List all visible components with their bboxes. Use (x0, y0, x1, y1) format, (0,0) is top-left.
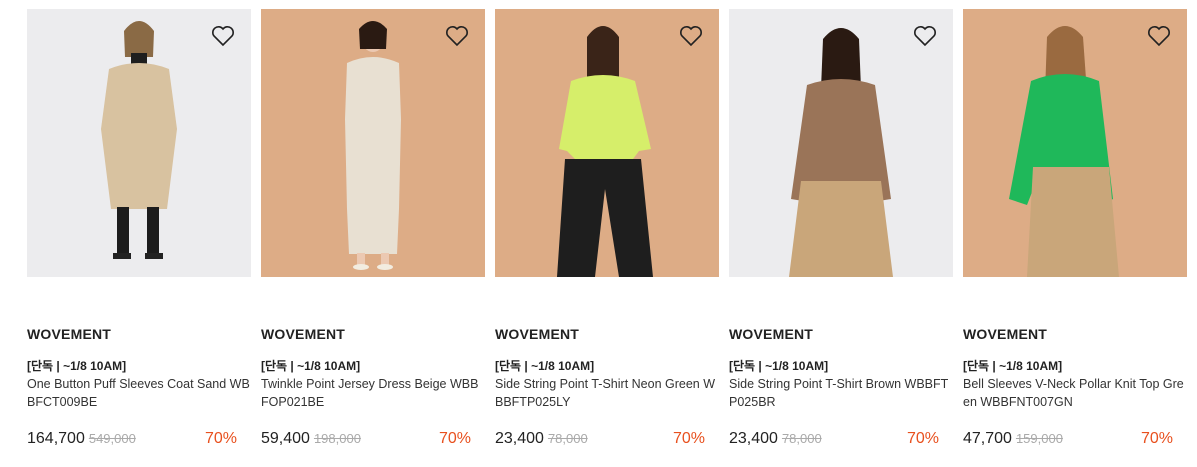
brand-name[interactable]: WOVEMENT (963, 326, 1047, 342)
product-card[interactable]: WOVEMENT [단독 | ~1/8 10AM] Side String Po… (495, 9, 719, 459)
product-image[interactable] (495, 9, 719, 277)
wishlist-heart-icon[interactable] (211, 25, 235, 47)
sale-price: 164,700 (27, 430, 85, 447)
discount-rate: 70% (672, 430, 705, 447)
sale-price: 47,700 (963, 430, 1012, 447)
product-name[interactable]: Bell Sleeves V-Neck Pollar Knit Top Gree… (963, 375, 1187, 411)
product-name[interactable]: Side String Point T-Shirt Brown WBBFTP02… (729, 375, 953, 411)
original-price: 198,000 (313, 431, 361, 446)
product-name[interactable]: Side String Point T-Shirt Neon Green WBB… (495, 375, 719, 411)
wishlist-heart-icon[interactable] (1147, 25, 1171, 47)
price-row: 23,400 78,000 70% (729, 430, 939, 452)
original-price: 78,000 (547, 431, 588, 446)
sale-price: 59,400 (261, 430, 310, 447)
promo-tag: [단독 | ~1/8 10AM] (495, 359, 595, 373)
model-photo (345, 21, 401, 270)
price-row: 47,700 159,000 70% (963, 430, 1173, 452)
product-image[interactable] (963, 9, 1187, 277)
original-price: 78,000 (781, 431, 822, 446)
model-photo (789, 28, 893, 277)
model-photo (557, 26, 653, 277)
promo-tag: [단독 | ~1/8 10AM] (27, 359, 127, 373)
model-photo (1009, 26, 1119, 277)
original-price: 549,000 (88, 431, 136, 446)
brand-name[interactable]: WOVEMENT (27, 326, 111, 342)
price-row: 59,400 198,000 70% (261, 430, 471, 452)
brand-name[interactable]: WOVEMENT (495, 326, 579, 342)
promo-tag: [단독 | ~1/8 10AM] (261, 359, 361, 373)
price-row: 23,400 78,000 70% (495, 430, 705, 452)
discount-rate: 70% (204, 430, 237, 447)
wishlist-heart-icon[interactable] (913, 25, 937, 47)
product-name[interactable]: One Button Puff Sleeves Coat Sand WBBFCT… (27, 375, 251, 411)
product-image[interactable] (261, 9, 485, 277)
promo-tag: [단독 | ~1/8 10AM] (963, 359, 1063, 373)
product-name[interactable]: Twinkle Point Jersey Dress Beige WBBFOP0… (261, 375, 485, 411)
product-card[interactable]: WOVEMENT [단독 | ~1/8 10AM] Bell Sleeves V… (963, 9, 1187, 459)
discount-rate: 70% (1140, 430, 1173, 447)
model-photo (101, 21, 177, 259)
product-card[interactable]: WOVEMENT [단독 | ~1/8 10AM] One Button Puf… (27, 9, 251, 459)
discount-rate: 70% (438, 430, 471, 447)
discount-rate: 70% (906, 430, 939, 447)
promo-tag: [단독 | ~1/8 10AM] (729, 359, 829, 373)
product-grid: WOVEMENT [단독 | ~1/8 10AM] One Button Puf… (0, 0, 1197, 467)
product-card[interactable]: WOVEMENT [단독 | ~1/8 10AM] Side String Po… (729, 9, 953, 459)
sale-price: 23,400 (729, 430, 778, 447)
brand-name[interactable]: WOVEMENT (261, 326, 345, 342)
wishlist-heart-icon[interactable] (445, 25, 469, 47)
wishlist-heart-icon[interactable] (679, 25, 703, 47)
price-row: 164,700 549,000 70% (27, 430, 237, 452)
original-price: 159,000 (1015, 431, 1063, 446)
product-card[interactable]: WOVEMENT [단독 | ~1/8 10AM] Twinkle Point … (261, 9, 485, 459)
brand-name[interactable]: WOVEMENT (729, 326, 813, 342)
sale-price: 23,400 (495, 430, 544, 447)
product-image[interactable] (27, 9, 251, 277)
product-image[interactable] (729, 9, 953, 277)
